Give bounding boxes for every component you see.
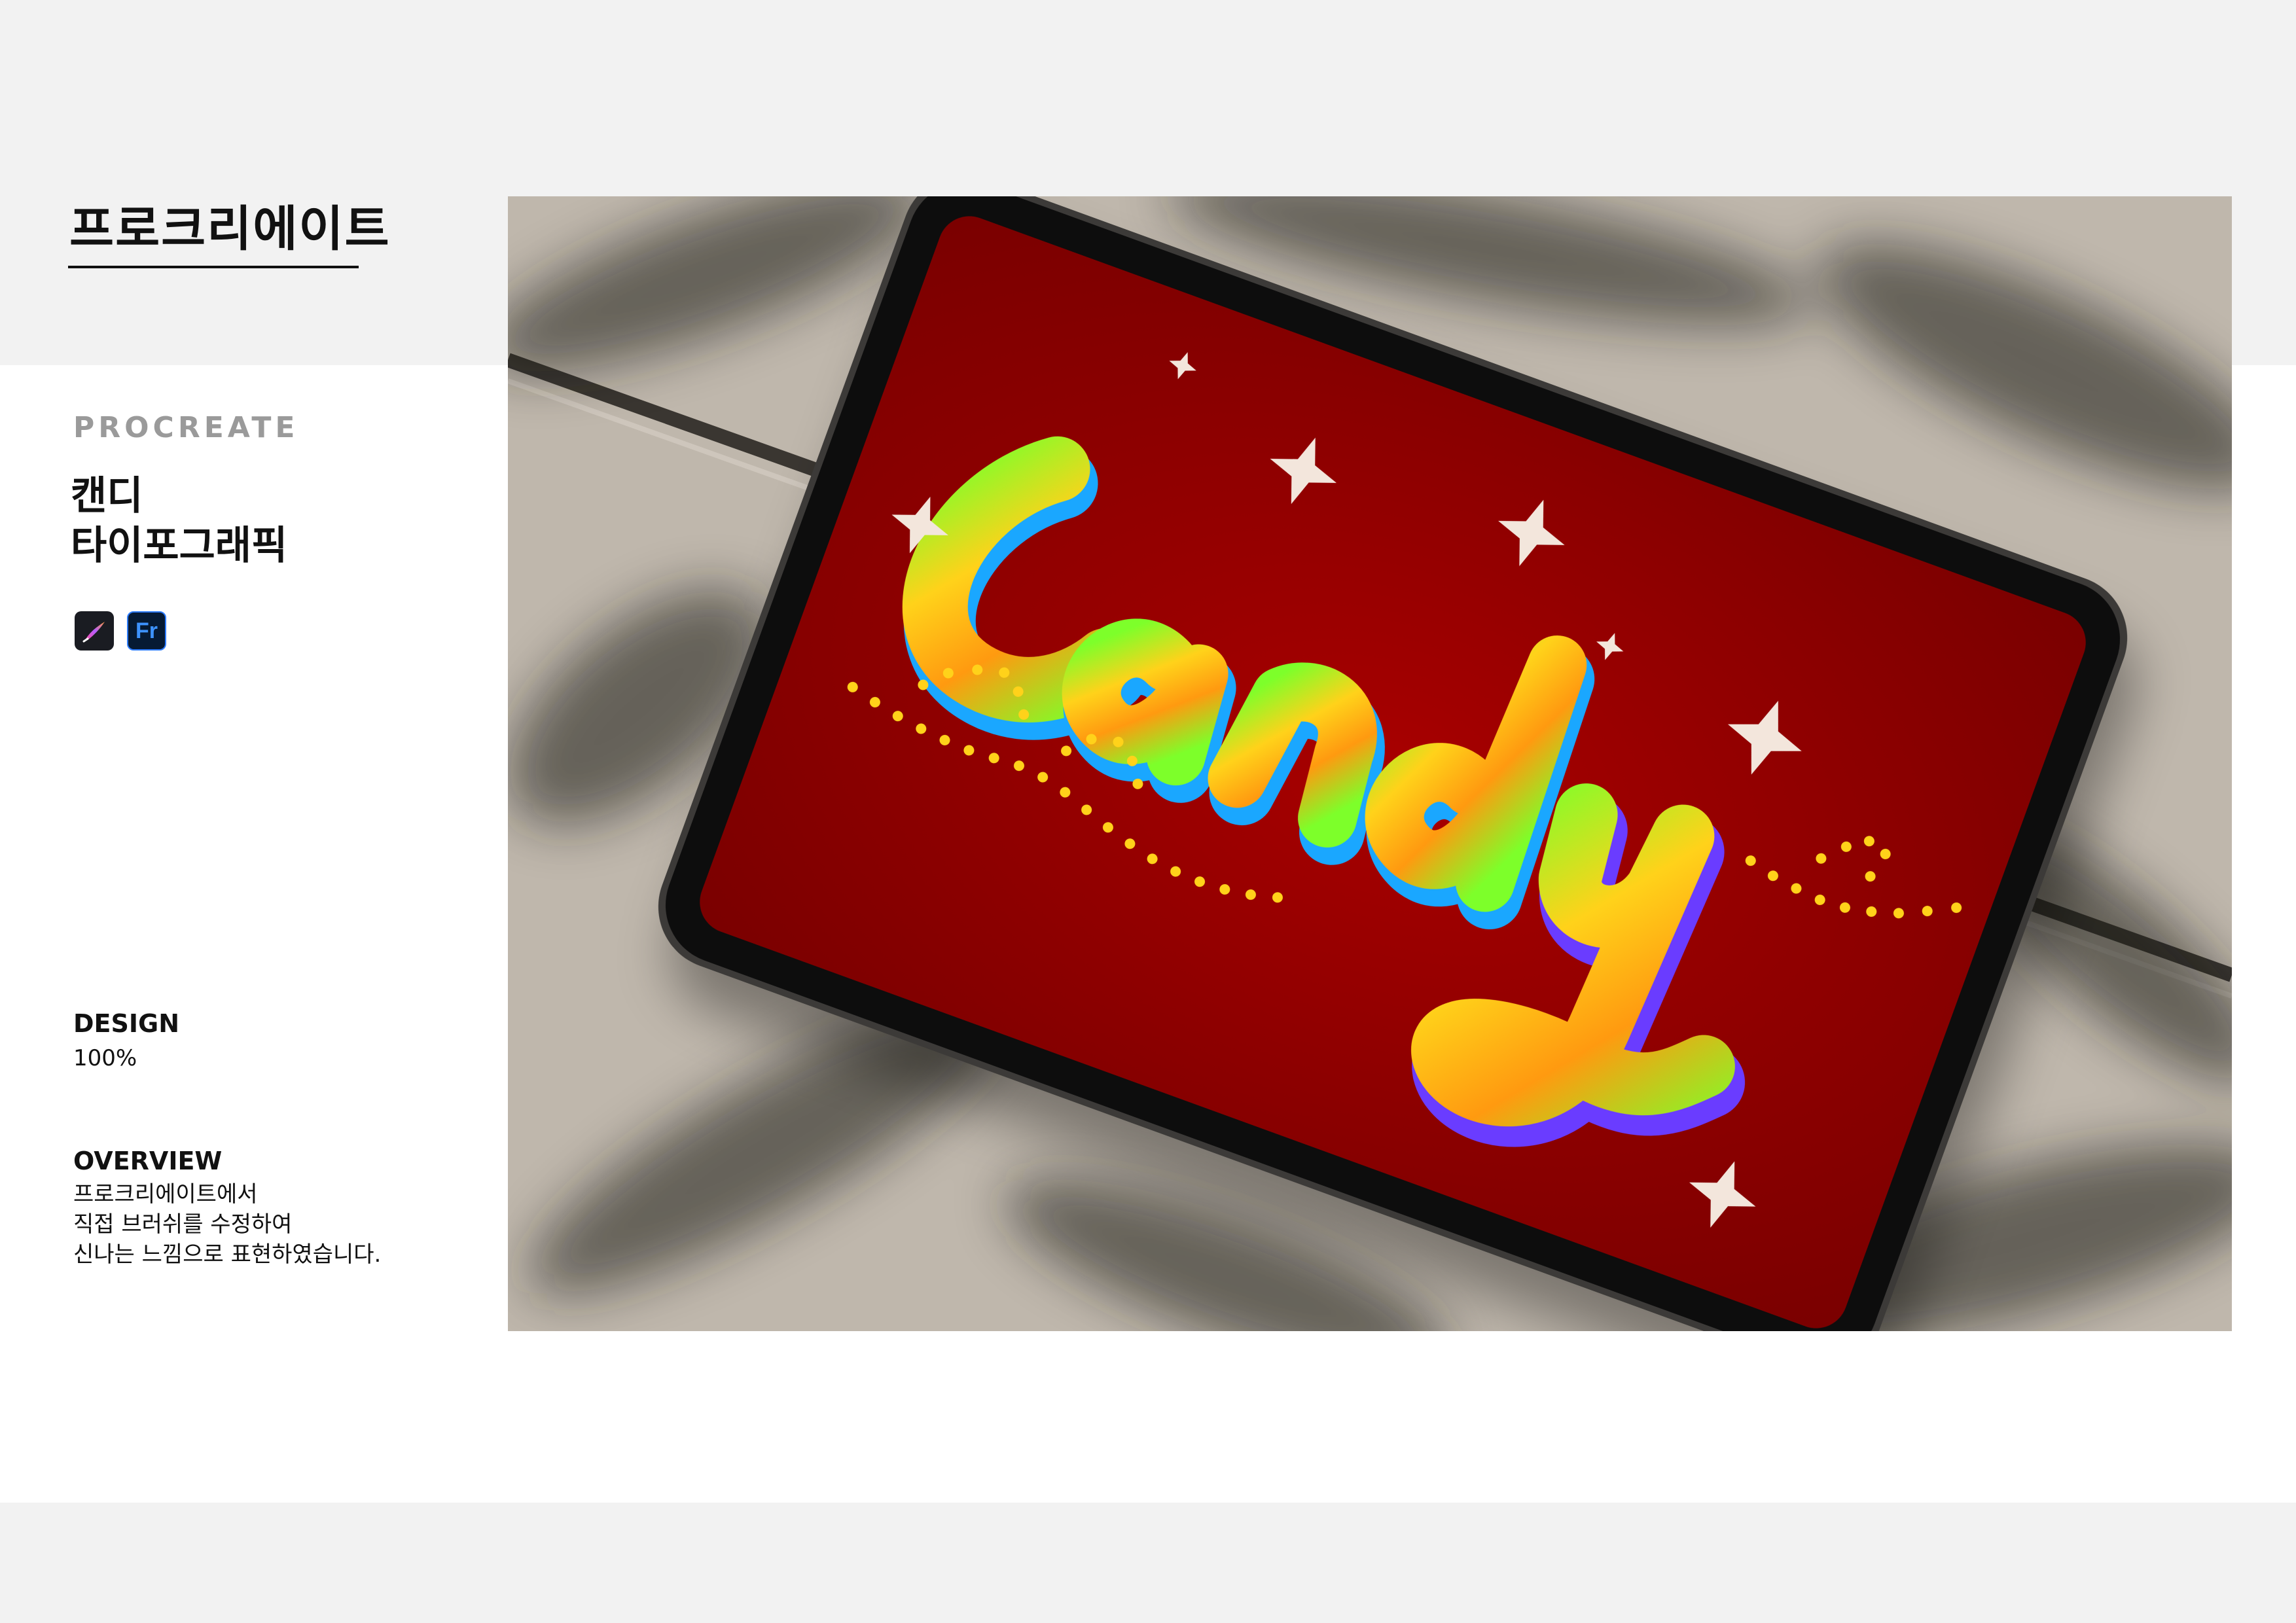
overview-line-1: 프로크리에이트에서 <box>73 1181 258 1207</box>
tool-icons: Fr <box>75 611 166 651</box>
category-eyebrow: PROCREATE <box>73 411 299 444</box>
page-title: 프로크리에이트 <box>69 201 391 257</box>
bottom-background-band <box>0 1503 2296 1623</box>
title-underline <box>68 266 359 268</box>
overview-line-2: 직접 브러쉬를 수정하여 <box>73 1211 293 1238</box>
design-value: 100% <box>73 1045 137 1071</box>
overview-label: OVERVIEW <box>73 1147 223 1175</box>
project-title: 캔디 타이포그래픽 <box>71 471 287 571</box>
project-title-line-1: 캔디 <box>71 473 143 519</box>
project-title-line-2: 타이포그래픽 <box>71 523 288 569</box>
overview-line-3: 신나는 느낌으로 표현하였습니다. <box>73 1241 382 1268</box>
tablet-mockup-illustration <box>508 196 2232 1331</box>
design-label: DESIGN <box>73 1009 180 1038</box>
fresco-icon: Fr <box>127 611 166 651</box>
procreate-icon <box>75 611 114 651</box>
hero-mockup-image <box>508 196 2232 1331</box>
